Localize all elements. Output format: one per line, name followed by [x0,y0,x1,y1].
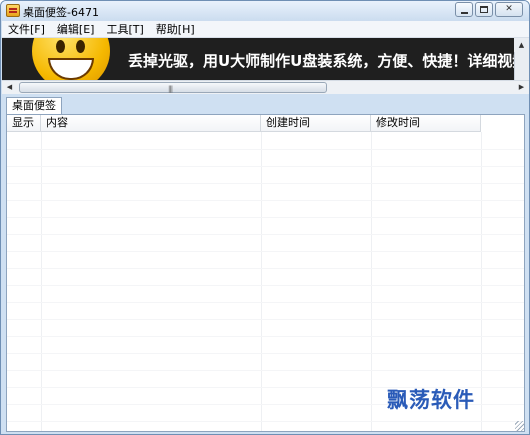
table-header: 显示 内容 创建时间 修改时间 [7,115,481,132]
horizontal-scrollbar[interactable]: ◀ ||| ▶ [2,80,529,94]
watermark-logo: 飘荡软件 [387,387,475,412]
smiley-eye-left [56,40,65,53]
scroll-up-arrow-icon[interactable]: ▲ [514,38,529,52]
window-controls: ✕ [455,2,523,17]
menu-edit[interactable]: 编辑[E] [51,21,101,38]
menu-tools[interactable]: 工具[T] [100,21,149,38]
resize-grip-icon[interactable] [515,421,525,431]
close-icon: ✕ [505,4,513,14]
grid-row-line [7,370,524,371]
grid-row-line [7,217,524,218]
ad-banner[interactable]: 丢掉光驱，用U大师制作U盘装系统，方便、快捷！详细视频 ▲ [2,38,529,80]
grid-row-line [7,421,524,422]
grid-row-line [7,302,524,303]
smiley-mouth [48,58,94,80]
title-bar[interactable]: 桌面便签-6471 ✕ [1,1,529,21]
scrollbar-grip-icon: ||| [168,85,173,93]
grid-row-line [7,319,524,320]
menu-help[interactable]: 帮助[H] [150,21,201,38]
minimize-button[interactable] [455,2,473,17]
grid-row-line [7,166,524,167]
column-header-modified-time[interactable]: 修改时间 [371,115,481,132]
window-title: 桌面便签-6471 [23,6,99,19]
menu-bar: 文件[F] 编辑[E] 工具[T] 帮助[H] [2,21,529,38]
grid-row-line [7,285,524,286]
grid-row-line [7,200,524,201]
tab-desktop-notes[interactable]: 桌面便签 [6,97,62,115]
minimize-icon [461,12,468,14]
maximize-button[interactable] [475,2,493,17]
maximize-icon [480,6,488,13]
column-header-content[interactable]: 内容 [41,115,261,132]
app-window: 桌面便签-6471 ✕ 文件[F] 编辑[E] 工具[T] 帮助[H] 丢掉光驱… [0,0,530,435]
banner-vertical-scrollbar[interactable]: ▲ [514,38,529,80]
menu-file[interactable]: 文件[F] [2,21,51,38]
close-button[interactable]: ✕ [495,2,523,17]
grid-row-line [7,183,524,184]
grid-row-line [7,234,524,235]
smiley-face-icon [32,38,110,80]
grid-row-line [7,149,524,150]
grid-row-line [7,336,524,337]
grid-row-line [7,268,524,269]
smiley-eye-right [76,40,85,53]
tab-strip: 桌面便签 [2,94,529,115]
column-header-created-time[interactable]: 创建时间 [261,115,371,132]
column-header-show[interactable]: 显示 [7,115,41,132]
scroll-left-arrow-icon[interactable]: ◀ [2,81,17,94]
grid-row-line [7,353,524,354]
banner-text: 丢掉光驱，用U大师制作U盘装系统，方便、快捷！详细视频 [128,52,528,70]
scrollbar-thumb[interactable]: ||| [19,82,327,93]
scroll-right-arrow-icon[interactable]: ▶ [514,81,529,94]
app-icon [6,4,20,17]
grid-row-line [7,251,524,252]
